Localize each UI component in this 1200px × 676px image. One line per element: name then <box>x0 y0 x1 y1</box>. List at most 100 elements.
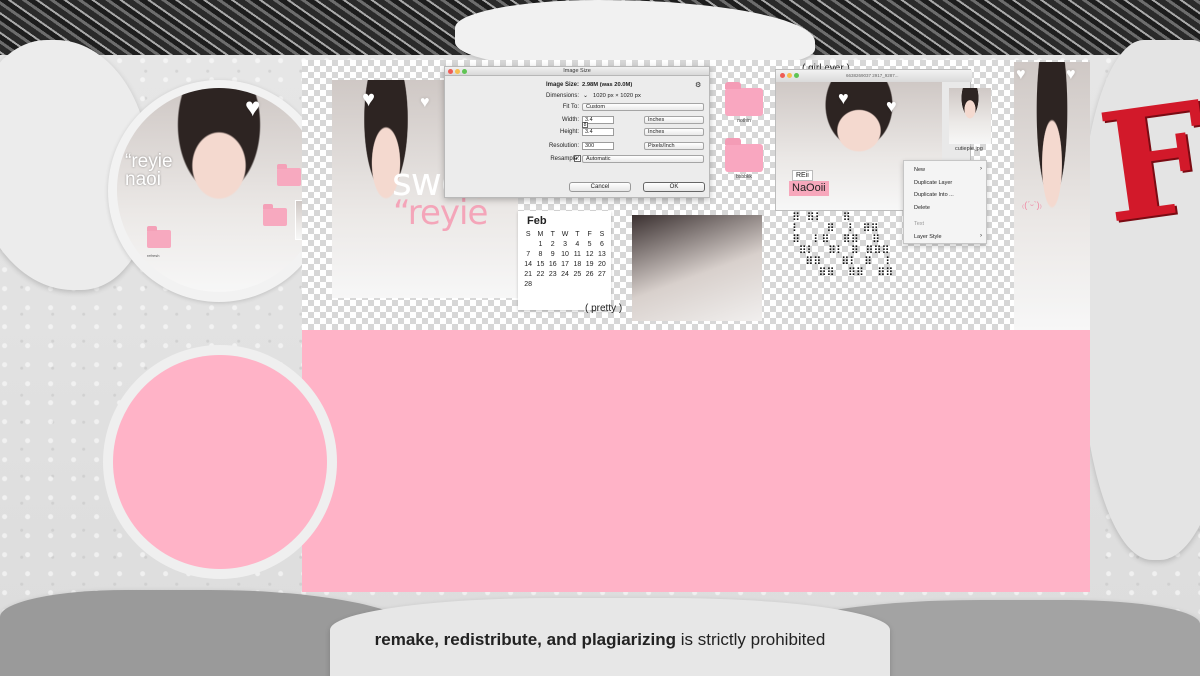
folder-label: bsbbkk <box>736 174 752 180</box>
heart-icon: ♥ <box>362 86 376 111</box>
calendar-day: 13 <box>598 251 606 258</box>
calendar-day: 19 <box>585 261 594 268</box>
calendar-day: 26 <box>585 271 594 278</box>
height-input[interactable]: 3.4 <box>582 128 614 136</box>
pretty-label: ( pretty ) <box>585 303 623 314</box>
minimize-icon[interactable] <box>787 73 792 78</box>
resample-select[interactable]: Automatic <box>582 155 704 163</box>
dialog-title: Image Size <box>563 68 591 74</box>
tag-naooii: NaOoii <box>789 181 829 196</box>
zoom-icon[interactable] <box>794 73 799 78</box>
close-icon[interactable] <box>448 69 453 74</box>
calendar-day: 23 <box>548 271 557 278</box>
chevron-down-icon[interactable]: ⌄ <box>583 92 588 99</box>
zoom-icon[interactable] <box>462 69 467 74</box>
calendar-day: 3 <box>563 241 567 248</box>
dimensions-value: 1020 px × 1020 px <box>593 93 641 99</box>
height-label: Height: <box>559 129 579 135</box>
heart-icon: ♥ <box>838 88 849 108</box>
calendar-weekday: T <box>550 231 555 238</box>
sticker-reyie: “reyie <box>393 193 488 233</box>
dimensions-label: Dimensions: <box>545 93 579 99</box>
calendar-day <box>596 281 608 288</box>
calendar-day: 4 <box>575 241 580 248</box>
calendar-day <box>547 281 559 288</box>
calendar-weekday: S <box>599 231 605 238</box>
avatar-preview-photo: ♥ ♥ “reyie naoi refresh <box>117 88 321 292</box>
calendar-weekday: S <box>525 231 531 238</box>
calendar-day: 6 <box>599 241 604 248</box>
mac-window-titlebar: 6638269037 2917_9287... <box>776 70 972 82</box>
kaomoji-text: ₍(ˊᵕˋ)₎ <box>1022 200 1042 210</box>
resolution-input[interactable]: 300 <box>582 142 614 150</box>
calendar-widget: Feb S M T W T F S 1 2 3 4 5 6 7 8 9 10 11 12 13 14 15 16 17 18 19… <box>518 211 611 310</box>
menu-item-delete[interactable]: Delete <box>914 205 930 211</box>
calendar-day: 27 <box>598 271 606 278</box>
image-size-label: Image Size: <box>545 82 579 88</box>
calendar-day: 24 <box>561 271 569 278</box>
image-size-dialog: Image Size Image Size: 2.98M (was 20.0M)… <box>444 66 710 198</box>
cancel-button[interactable]: Cancel <box>569 182 631 192</box>
width-unit-select[interactable]: Inches <box>644 116 704 124</box>
heart-icon: ♥ <box>1016 66 1026 83</box>
gear-icon[interactable]: ⚙ <box>695 81 701 89</box>
fit-to-select[interactable]: Custom <box>582 103 704 111</box>
minimize-icon[interactable] <box>455 69 460 74</box>
calendar-day <box>583 281 595 288</box>
menu-item-new[interactable]: New <box>914 167 925 173</box>
folder-icon <box>147 226 171 248</box>
menu-item-duplicate-layer[interactable]: Duplicate Layer <box>914 180 952 186</box>
calendar-day: 14 <box>524 261 533 268</box>
ok-button[interactable]: OK <box>643 182 705 192</box>
resolution-unit-select[interactable]: Pixels/Inch <box>644 142 704 150</box>
resolution-label: Resolution: <box>548 143 579 149</box>
banner-placeholder <box>302 330 1090 592</box>
calendar-day: 12 <box>585 251 594 258</box>
folder-icon <box>277 164 301 186</box>
folder-icon[interactable] <box>725 138 763 172</box>
mac-window-title: 6638269037 2917_9287... <box>846 73 899 78</box>
calendar-day: 20 <box>598 261 606 268</box>
calendar-day: 16 <box>548 261 557 268</box>
height-unit-select[interactable]: Inches <box>644 128 704 136</box>
calendar-weekday: W <box>561 231 569 238</box>
chevron-right-icon: › <box>980 166 982 172</box>
banner-photo-thumb <box>949 88 991 144</box>
close-icon[interactable] <box>780 73 785 78</box>
heart-icon: ♥ <box>420 94 430 111</box>
calendar-weekday: F <box>587 231 592 238</box>
calendar-day: 1 <box>538 241 543 248</box>
calendar-day: 28 <box>524 281 533 288</box>
resample-label: Resample: <box>550 156 579 162</box>
photo-caption: cutiepie.jpg <box>955 146 983 152</box>
calendar-day: 2 <box>550 241 555 248</box>
calendar-day: 18 <box>573 261 582 268</box>
layer-context-menu: New › Duplicate Layer Duplicate Into ...… <box>903 160 987 244</box>
calendar-day <box>534 281 546 288</box>
calendar-day: 8 <box>538 251 543 258</box>
footer-bold-text: remake, redistribute, and plagiarizing <box>374 630 677 649</box>
menu-item-text[interactable]: Text <box>914 221 924 227</box>
folder-icon <box>263 204 287 226</box>
image-size-value: 2.98M (was 20.0M) <box>582 82 633 88</box>
calendar-month: Feb <box>527 215 547 227</box>
tag-reii: REii <box>792 170 813 181</box>
calendar-day: 25 <box>573 271 582 278</box>
footer-normal-text: is strictly prohibited <box>680 630 826 649</box>
banner-photo-right: ♥ ♥ ₍(ˊᵕˋ)₎ <box>1014 62 1090 330</box>
calendar-day: 5 <box>587 241 592 248</box>
menu-item-duplicate-into[interactable]: Duplicate Into ... <box>914 192 954 198</box>
avatar-name-line2: naoi <box>125 169 161 190</box>
width-label: Width: <box>561 117 579 123</box>
footer-notice: remake, redistribute, and plagiarizing i… <box>0 630 1200 650</box>
folder-caption: refresh <box>147 253 160 258</box>
dialog-titlebar: Image Size <box>445 67 709 76</box>
menu-item-layer-style[interactable]: Layer Style <box>914 234 942 240</box>
calendar-day: 10 <box>561 251 569 258</box>
chevron-right-icon: › <box>980 233 982 239</box>
folder-icon[interactable] <box>725 82 763 116</box>
heart-icon: ♥ <box>886 96 897 116</box>
calendar-day: 9 <box>550 251 555 258</box>
heart-icon: ♥ <box>129 110 141 132</box>
calendar-weekday: T <box>575 231 580 238</box>
